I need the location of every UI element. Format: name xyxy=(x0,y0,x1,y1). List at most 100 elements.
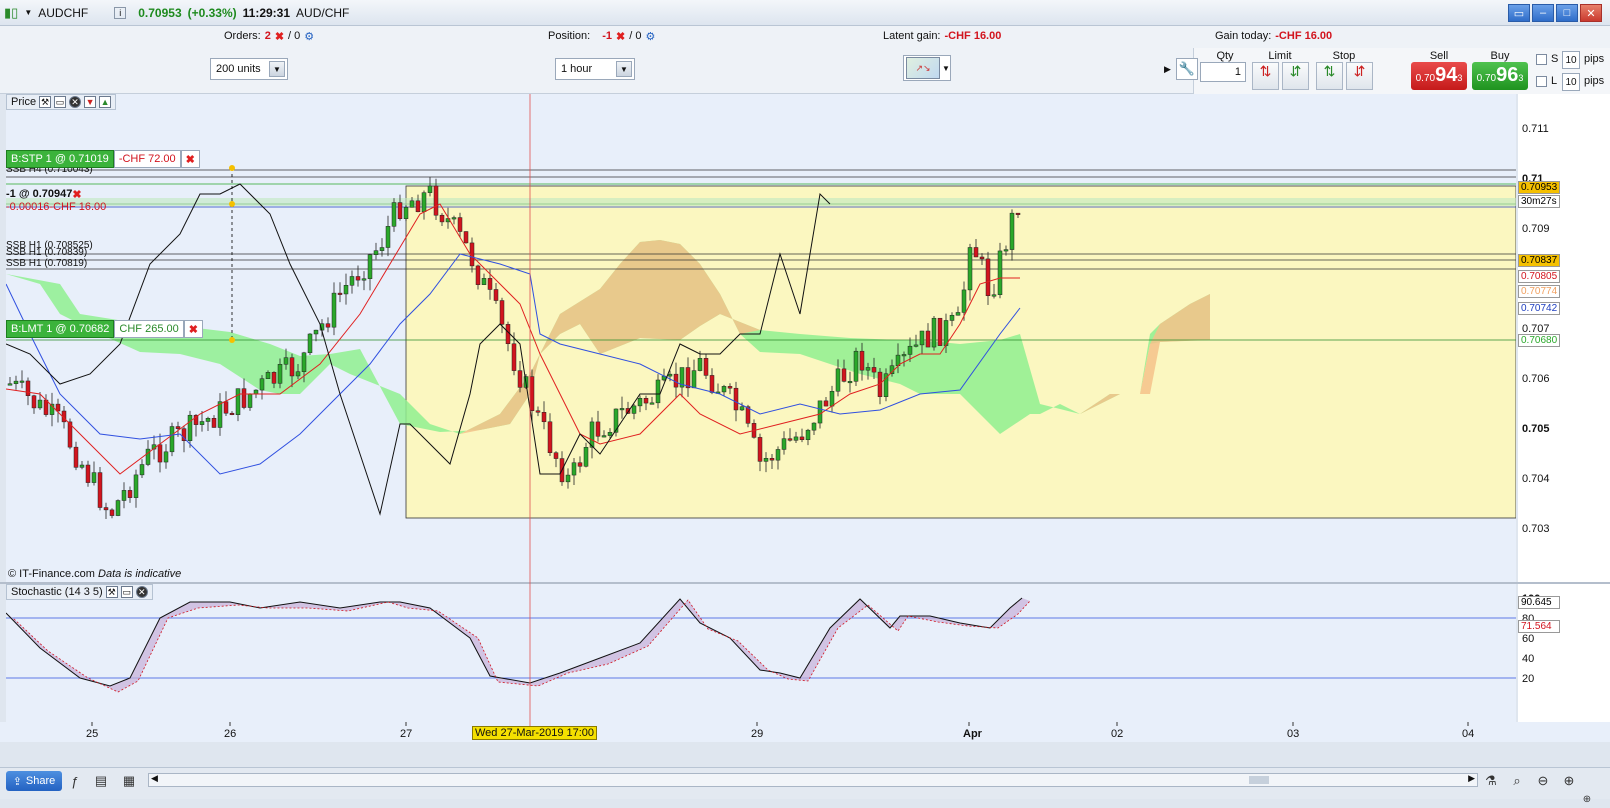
scroll-right-icon[interactable]: ▶ xyxy=(1468,773,1475,784)
chevron-down-icon[interactable]: ▼ xyxy=(269,61,285,77)
stop-checkbox[interactable] xyxy=(1536,54,1547,65)
position-tag[interactable]: -1 @ 0.70947 ✖ -0.00016 -CHF 16.00 xyxy=(6,188,106,213)
candle-bull xyxy=(367,254,373,279)
drawing-tools-button[interactable]: ↗↘ ▼ xyxy=(903,55,951,81)
chart-svg[interactable]: 0.7110.710.7090.7080.7070.7060.7050.7040… xyxy=(0,94,1610,747)
dropdown-arrow-icon[interactable]: ▼ xyxy=(24,8,32,17)
scroll-left-icon[interactable]: ◀ xyxy=(151,773,158,784)
zoom-out-icon[interactable]: ⊖ xyxy=(1534,772,1552,790)
anchor-dot[interactable] xyxy=(229,201,235,207)
candle-bull xyxy=(421,192,427,213)
move-down-icon[interactable]: ▼ xyxy=(84,96,97,108)
candle-bear xyxy=(463,231,469,244)
stop-pips-input[interactable]: 10 xyxy=(1562,51,1580,69)
chevron-down-icon[interactable]: ▼ xyxy=(616,61,632,77)
limit-sell-icon: ⇵ xyxy=(1289,63,1302,79)
qty-input[interactable]: 1 xyxy=(1200,62,1246,82)
anchor-dot[interactable] xyxy=(229,337,235,343)
info-icon[interactable]: i xyxy=(114,6,127,19)
candle-bull xyxy=(313,329,319,335)
candle-bull xyxy=(139,464,145,476)
close-position-icon[interactable]: ✖ xyxy=(616,30,625,43)
chart-type-icon[interactable]: ▮▯ xyxy=(4,5,18,21)
compare-icon[interactable]: ƒ xyxy=(66,772,84,790)
chevron-down-icon[interactable]: ▼ xyxy=(942,64,950,73)
candle-bull xyxy=(967,247,973,291)
candle-bear xyxy=(547,421,553,453)
position-value[interactable]: -1 xyxy=(602,30,612,42)
price-tag: 0.70774 xyxy=(1518,285,1560,298)
chart-area[interactable]: 0.7110.710.7090.7080.7070.7060.7050.7040… xyxy=(0,94,1610,747)
position-settings-icon[interactable]: ⚙ xyxy=(645,30,655,43)
candle-bull xyxy=(199,421,205,425)
limit-checkbox[interactable] xyxy=(1536,76,1547,87)
anchor-dot[interactable] xyxy=(229,165,235,171)
cancel-limit-icon[interactable]: ✖ xyxy=(183,320,203,338)
window-icon[interactable]: ▭ xyxy=(54,96,67,108)
time-scrollbar[interactable]: ◀ ▶ xyxy=(148,773,1478,787)
candle-bull xyxy=(697,358,703,371)
wrench-icon[interactable]: ⚒ xyxy=(105,586,118,598)
cancel-orders-icon[interactable]: ✖ xyxy=(275,30,284,43)
candle-bull xyxy=(991,294,997,297)
close-icon[interactable]: ✕ xyxy=(135,586,148,598)
candle-bull xyxy=(163,451,169,463)
stop-order-tag[interactable]: B:STP 1 @ 0.71019 -CHF 72.00 ✖ xyxy=(6,150,200,168)
chart-settings-icon[interactable]: ⚗ xyxy=(1482,772,1500,790)
wrench-icon[interactable]: 🔧 xyxy=(1176,58,1198,80)
settings-icon[interactable]: ⚙ xyxy=(304,30,314,43)
pips-label-1: pips xyxy=(1584,53,1605,65)
close-icon[interactable]: ✕ xyxy=(1580,4,1602,22)
limit-sell-button[interactable]: ⇵ xyxy=(1282,62,1309,90)
limit-pips-input[interactable]: 10 xyxy=(1562,73,1580,91)
candle-bear xyxy=(577,462,583,467)
candle-bear xyxy=(757,437,763,462)
candle-bull xyxy=(295,371,301,377)
limit-buy-button[interactable]: ⇅ xyxy=(1252,62,1279,90)
candle-bull xyxy=(739,406,745,411)
limit-order-tag[interactable]: B:LMT 1 @ 0.70682 CHF 265.00 ✖ xyxy=(6,320,203,338)
cancel-stop-icon[interactable]: ✖ xyxy=(180,150,200,168)
report-icon[interactable]: ▤ xyxy=(92,772,110,790)
move-up-icon[interactable]: ▲ xyxy=(99,96,112,108)
buy-button[interactable]: 0.70 96 3 xyxy=(1472,62,1528,90)
close-position-tag-icon[interactable]: ✖ xyxy=(72,188,81,201)
stop-buy-button[interactable]: ⇅ xyxy=(1316,62,1343,90)
orders-count[interactable]: 2 xyxy=(265,30,271,42)
minimize-icon[interactable]: – xyxy=(1532,4,1554,22)
layout-icon[interactable]: ▦ xyxy=(120,772,138,790)
candle-bull xyxy=(829,390,835,407)
clock: 11:29:31 xyxy=(242,5,291,20)
timeframe-select[interactable]: 1 hour ▼ xyxy=(555,58,635,80)
stop-sell-button[interactable]: ⇵ xyxy=(1346,62,1373,90)
price-tag: 0.70953 xyxy=(1518,181,1560,194)
price-axis-label: 0.709 xyxy=(1522,223,1550,235)
units-value: 200 units xyxy=(216,63,261,75)
close-icon[interactable]: ✕ xyxy=(69,96,82,108)
zoom-extra-icon[interactable]: ⊕ xyxy=(1578,790,1596,808)
candle-bear xyxy=(241,388,247,408)
scroll-thumb[interactable] xyxy=(1249,776,1269,784)
zoom-in-icon[interactable]: ⊕ xyxy=(1560,772,1578,790)
restore-icon[interactable]: ▭ xyxy=(1508,4,1530,22)
zoom-fit-icon[interactable]: ⌕ xyxy=(1508,772,1526,790)
wrench-icon[interactable]: ⚒ xyxy=(39,96,52,108)
sell-button[interactable]: 0.70 94 3 xyxy=(1411,62,1467,90)
candle-bear xyxy=(823,400,829,407)
panel-expand-icon[interactable]: ▶ xyxy=(1164,64,1171,75)
position-tag-label[interactable]: -1 @ 0.70947 xyxy=(6,188,72,201)
candle-bear xyxy=(979,256,985,260)
stop-sell-icon: ⇵ xyxy=(1353,63,1366,79)
share-button[interactable]: ⇪ Share xyxy=(6,771,62,791)
stop-order-label[interactable]: B:STP 1 @ 0.71019 xyxy=(6,150,114,168)
candle-bull xyxy=(235,388,241,415)
window-icon[interactable]: ▭ xyxy=(120,586,133,598)
position-diff: -0.00016 xyxy=(6,201,50,213)
units-select[interactable]: 200 units ▼ xyxy=(210,58,288,80)
candle-bull xyxy=(37,399,43,409)
stoch-axis-label: 60 xyxy=(1522,633,1534,645)
limit-order-label[interactable]: B:LMT 1 @ 0.70682 xyxy=(6,320,115,338)
candle-bull xyxy=(775,449,781,461)
maximize-icon[interactable]: □ xyxy=(1556,4,1578,22)
candle-bull xyxy=(7,383,13,386)
